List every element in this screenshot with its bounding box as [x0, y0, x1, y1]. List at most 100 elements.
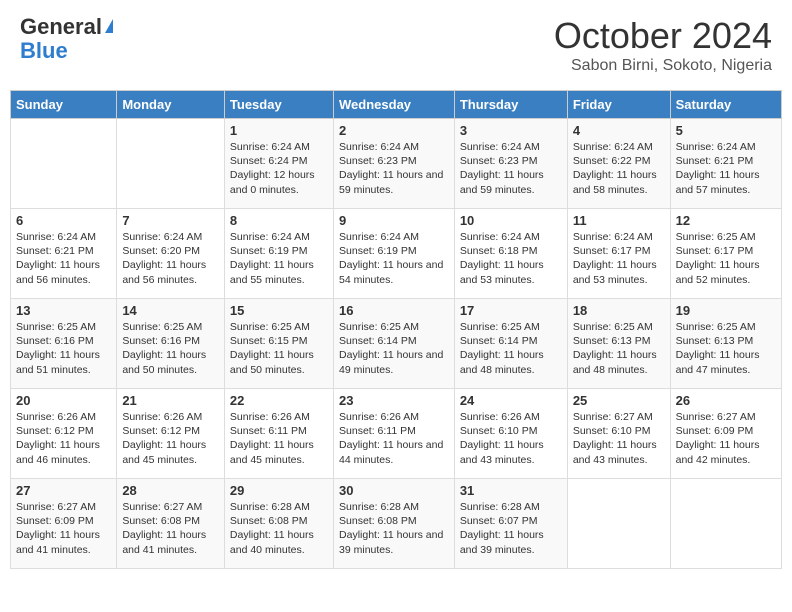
day-info: Sunrise: 6:24 AM Sunset: 6:23 PM Dayligh… [339, 140, 449, 197]
calendar-cell: 23 Sunrise: 6:26 AM Sunset: 6:11 PM Dayli… [334, 389, 455, 479]
calendar-cell: 22 Sunrise: 6:26 AM Sunset: 6:11 PM Dayli… [224, 389, 333, 479]
day-number: 17 [460, 303, 562, 318]
calendar-cell: 19Sunrise: 6:25 AM Sunset: 6:13 PM Dayli… [670, 299, 781, 389]
day-info: Sunrise: 6:28 AM Sunset: 6:08 PM Dayligh… [339, 500, 449, 557]
calendar-cell: 25Sunrise: 6:27 AM Sunset: 6:10 PM Dayli… [567, 389, 670, 479]
calendar-cell: 8Sunrise: 6:24 AM Sunset: 6:19 PM Daylig… [224, 209, 333, 299]
calendar-cell [567, 479, 670, 569]
calendar-cell: 15 Sunrise: 6:25 AM Sunset: 6:15 PM Dayli… [224, 299, 333, 389]
calendar-cell: 5Sunrise: 6:24 AM Sunset: 6:21 PM Daylig… [670, 119, 781, 209]
day-info: Sunrise: 6:25 AM Sunset: 6:16 PM Dayligh… [122, 320, 219, 377]
day-number: 14 [122, 303, 219, 318]
logo-blue: Blue [20, 39, 68, 63]
calendar-cell: 27 Sunrise: 6:27 AM Sunset: 6:09 PM Dayli… [11, 479, 117, 569]
day-info: Sunrise: 6:25 AM Sunset: 6:16 PM Dayligh… [16, 320, 111, 377]
day-number: 26 [676, 393, 776, 408]
calendar-cell: 1Sunrise: 6:24 AM Sunset: 6:24 PM Daylig… [224, 119, 333, 209]
day-info: Sunrise: 6:28 AM Sunset: 6:07 PM Dayligh… [460, 500, 562, 557]
calendar-cell: 24Sunrise: 6:26 AM Sunset: 6:10 PM Dayli… [454, 389, 567, 479]
header-sunday: Sunday [11, 91, 117, 119]
day-number: 9 [339, 213, 449, 228]
day-number: 31 [460, 483, 562, 498]
calendar-cell: 31 Sunrise: 6:28 AM Sunset: 6:07 PM Dayli… [454, 479, 567, 569]
calendar-cell: 16Sunrise: 6:25 AM Sunset: 6:14 PM Dayli… [334, 299, 455, 389]
day-number: 29 [230, 483, 328, 498]
day-number: 15 [230, 303, 328, 318]
title-section: October 2024 Sabon Birni, Sokoto, Nigeri… [554, 15, 772, 75]
day-number: 30 [339, 483, 449, 498]
calendar-week-4: 20 Sunrise: 6:26 AM Sunset: 6:12 PM Dayli… [11, 389, 782, 479]
calendar-cell: 20 Sunrise: 6:26 AM Sunset: 6:12 PM Dayli… [11, 389, 117, 479]
calendar-cell [670, 479, 781, 569]
day-info: Sunrise: 6:28 AM Sunset: 6:08 PM Dayligh… [230, 500, 328, 557]
calendar-cell: 2Sunrise: 6:24 AM Sunset: 6:23 PM Daylig… [334, 119, 455, 209]
day-info: Sunrise: 6:24 AM Sunset: 6:22 PM Dayligh… [573, 140, 665, 197]
day-number: 13 [16, 303, 111, 318]
day-info: Sunrise: 6:24 AM Sunset: 6:19 PM Dayligh… [339, 230, 449, 287]
day-number: 28 [122, 483, 219, 498]
day-number: 10 [460, 213, 562, 228]
day-number: 22 [230, 393, 328, 408]
day-number: 6 [16, 213, 111, 228]
calendar-cell: 30 Sunrise: 6:28 AM Sunset: 6:08 PM Dayli… [334, 479, 455, 569]
calendar-cell: 7 Sunrise: 6:24 AM Sunset: 6:20 PM Daylig… [117, 209, 225, 299]
location-title: Sabon Birni, Sokoto, Nigeria [554, 57, 772, 75]
day-info: Sunrise: 6:24 AM Sunset: 6:21 PM Dayligh… [16, 230, 111, 287]
day-number: 7 [122, 213, 219, 228]
calendar-table: SundayMondayTuesdayWednesdayThursdayFrid… [10, 90, 782, 569]
header-friday: Friday [567, 91, 670, 119]
calendar-cell: 13 Sunrise: 6:25 AM Sunset: 6:16 PM Dayli… [11, 299, 117, 389]
calendar-cell: 11 Sunrise: 6:24 AM Sunset: 6:17 PM Dayli… [567, 209, 670, 299]
calendar-cell: 29 Sunrise: 6:28 AM Sunset: 6:08 PM Dayli… [224, 479, 333, 569]
calendar-cell [11, 119, 117, 209]
day-number: 27 [16, 483, 111, 498]
day-info: Sunrise: 6:25 AM Sunset: 6:13 PM Dayligh… [676, 320, 776, 377]
header-wednesday: Wednesday [334, 91, 455, 119]
day-info: Sunrise: 6:25 AM Sunset: 6:15 PM Dayligh… [230, 320, 328, 377]
day-number: 18 [573, 303, 665, 318]
logo-triangle-icon [105, 19, 113, 33]
day-info: Sunrise: 6:25 AM Sunset: 6:14 PM Dayligh… [460, 320, 562, 377]
day-info: Sunrise: 6:24 AM Sunset: 6:24 PM Dayligh… [230, 140, 328, 197]
calendar-week-3: 13 Sunrise: 6:25 AM Sunset: 6:16 PM Dayli… [11, 299, 782, 389]
day-info: Sunrise: 6:24 AM Sunset: 6:20 PM Dayligh… [122, 230, 219, 287]
day-info: Sunrise: 6:24 AM Sunset: 6:18 PM Dayligh… [460, 230, 562, 287]
day-info: Sunrise: 6:25 AM Sunset: 6:17 PM Dayligh… [676, 230, 776, 287]
day-info: Sunrise: 6:27 AM Sunset: 6:09 PM Dayligh… [16, 500, 111, 557]
calendar-cell: 17 Sunrise: 6:25 AM Sunset: 6:14 PM Dayli… [454, 299, 567, 389]
header-saturday: Saturday [670, 91, 781, 119]
day-info: Sunrise: 6:27 AM Sunset: 6:08 PM Dayligh… [122, 500, 219, 557]
calendar-cell: 12 Sunrise: 6:25 AM Sunset: 6:17 PM Dayli… [670, 209, 781, 299]
calendar-cell: 9 Sunrise: 6:24 AM Sunset: 6:19 PM Daylig… [334, 209, 455, 299]
calendar-cell: 28 Sunrise: 6:27 AM Sunset: 6:08 PM Dayli… [117, 479, 225, 569]
logo-general: General [20, 15, 113, 39]
day-number: 21 [122, 393, 219, 408]
calendar-cell: 18 Sunrise: 6:25 AM Sunset: 6:13 PM Dayli… [567, 299, 670, 389]
day-info: Sunrise: 6:25 AM Sunset: 6:14 PM Dayligh… [339, 320, 449, 377]
day-info: Sunrise: 6:24 AM Sunset: 6:21 PM Dayligh… [676, 140, 776, 197]
calendar-cell: 10 Sunrise: 6:24 AM Sunset: 6:18 PM Dayli… [454, 209, 567, 299]
day-info: Sunrise: 6:26 AM Sunset: 6:12 PM Dayligh… [16, 410, 111, 467]
day-info: Sunrise: 6:26 AM Sunset: 6:11 PM Dayligh… [339, 410, 449, 467]
day-info: Sunrise: 6:26 AM Sunset: 6:11 PM Dayligh… [230, 410, 328, 467]
calendar-cell: 14 Sunrise: 6:25 AM Sunset: 6:16 PM Dayli… [117, 299, 225, 389]
day-info: Sunrise: 6:26 AM Sunset: 6:10 PM Dayligh… [460, 410, 562, 467]
day-info: Sunrise: 6:24 AM Sunset: 6:23 PM Dayligh… [460, 140, 562, 197]
day-number: 4 [573, 123, 665, 138]
day-number: 20 [16, 393, 111, 408]
calendar-week-2: 6 Sunrise: 6:24 AM Sunset: 6:21 PM Daylig… [11, 209, 782, 299]
day-number: 23 [339, 393, 449, 408]
header-monday: Monday [117, 91, 225, 119]
calendar-cell: 26Sunrise: 6:27 AM Sunset: 6:09 PM Dayli… [670, 389, 781, 479]
logo: General Blue [20, 15, 113, 63]
calendar-week-5: 27 Sunrise: 6:27 AM Sunset: 6:09 PM Dayli… [11, 479, 782, 569]
day-number: 11 [573, 213, 665, 228]
calendar-cell [117, 119, 225, 209]
calendar-cell: 21 Sunrise: 6:26 AM Sunset: 6:12 PM Dayli… [117, 389, 225, 479]
day-number: 12 [676, 213, 776, 228]
day-info: Sunrise: 6:25 AM Sunset: 6:13 PM Dayligh… [573, 320, 665, 377]
header-thursday: Thursday [454, 91, 567, 119]
day-info: Sunrise: 6:24 AM Sunset: 6:17 PM Dayligh… [573, 230, 665, 287]
day-info: Sunrise: 6:26 AM Sunset: 6:12 PM Dayligh… [122, 410, 219, 467]
month-title: October 2024 [554, 15, 772, 57]
